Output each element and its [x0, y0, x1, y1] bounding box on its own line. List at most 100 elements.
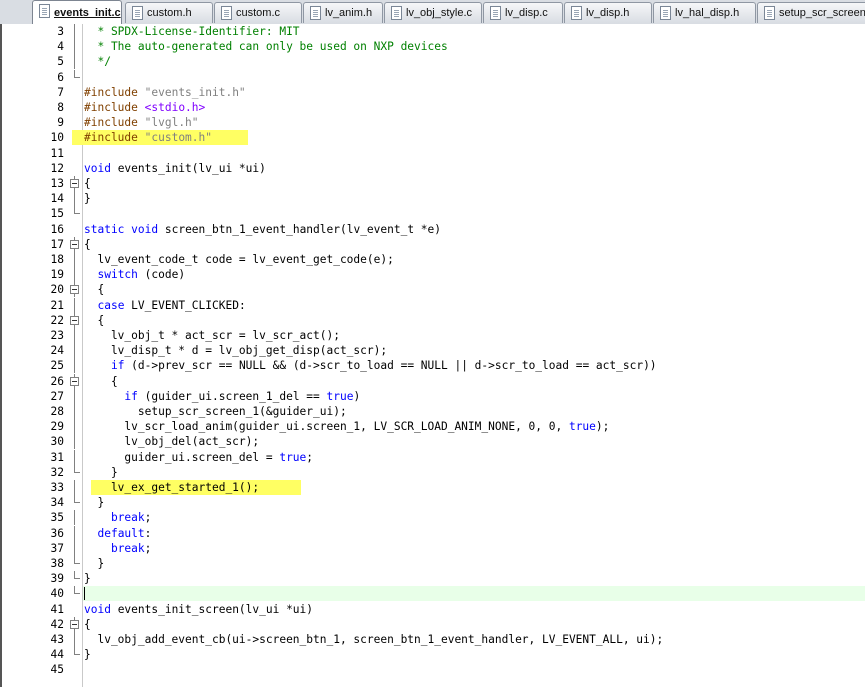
code-text[interactable]: {: [84, 313, 104, 328]
code-text[interactable]: lv_ex_get_started_1();: [84, 480, 259, 495]
code-text[interactable]: void events_init(lv_ui *ui): [84, 161, 266, 176]
code-line[interactable]: 40: [0, 586, 865, 602]
code-line[interactable]: 22 {: [0, 312, 865, 328]
code-text[interactable]: }: [84, 495, 104, 510]
code-text[interactable]: break;: [84, 541, 151, 556]
code-text[interactable]: lv_obj_t * act_scr = lv_scr_act();: [84, 328, 340, 343]
code-text[interactable]: lv_scr_load_anim(guider_ui.screen_1, LV_…: [84, 419, 609, 434]
code-line[interactable]: 41 void events_init_screen(lv_ui *ui): [0, 602, 865, 617]
code-line[interactable]: 20 {: [0, 282, 865, 298]
code-line[interactable]: 4 * The auto-generated can only be used …: [0, 39, 865, 55]
code-line[interactable]: 38 }: [0, 556, 865, 571]
code-line[interactable]: 45: [0, 662, 865, 677]
tab-events-init-c[interactable]: events_init.c: [32, 0, 122, 24]
tab-lv-disp-c[interactable]: lv_disp.c: [483, 2, 563, 23]
tab-custom-h[interactable]: custom.h: [125, 2, 213, 23]
code-text[interactable]: lv_obj_add_event_cb(ui->screen_btn_1, sc…: [84, 632, 663, 647]
code-text[interactable]: * The auto-generated can only be used on…: [84, 39, 447, 54]
code-text[interactable]: {: [84, 374, 118, 389]
code-text[interactable]: lv_event_code_t code = lv_event_get_code…: [84, 252, 393, 267]
code-line[interactable]: 13 {: [0, 176, 865, 191]
code-text[interactable]: #include "events_init.h": [84, 85, 246, 100]
code-line[interactable]: 10 #include "custom.h": [0, 130, 865, 146]
code-text[interactable]: if (guider_ui.screen_1_del == true): [84, 389, 360, 404]
fold-toggle-icon[interactable]: [69, 616, 82, 632]
code-line[interactable]: 21 case LV_EVENT_CLICKED:: [0, 297, 865, 313]
code-line[interactable]: 35 break;: [0, 510, 865, 526]
code-line[interactable]: 3 * SPDX-License-Identifier: MIT: [0, 24, 865, 39]
code-text[interactable]: #include "lvgl.h": [84, 115, 199, 130]
code-text[interactable]: void events_init_screen(lv_ui *ui): [84, 602, 313, 617]
code-text[interactable]: {: [84, 237, 91, 252]
code-line[interactable]: 7 #include "events_init.h": [0, 85, 865, 100]
code-line[interactable]: 36 default:: [0, 525, 865, 541]
code-text[interactable]: {: [84, 282, 104, 297]
code-text[interactable]: }: [84, 465, 118, 480]
code-line[interactable]: 26 {: [0, 373, 865, 389]
code-text[interactable]: guider_ui.screen_del = true;: [84, 450, 313, 465]
code-line[interactable]: 25 if (d->prev_scr == NULL && (d->scr_to…: [0, 358, 865, 374]
fold-toggle-icon[interactable]: [69, 312, 82, 328]
code-line[interactable]: 43 lv_obj_add_event_cb(ui->screen_btn_1,…: [0, 632, 865, 647]
code-line[interactable]: 42 {: [0, 616, 865, 632]
code-line[interactable]: 27 if (guider_ui.screen_1_del == true): [0, 388, 865, 404]
line-number: 33: [50, 481, 64, 494]
code-line[interactable]: 12 void events_init(lv_ui *ui): [0, 161, 865, 176]
code-text[interactable]: default:: [84, 526, 151, 541]
line-number: 11: [50, 146, 64, 160]
code-line[interactable]: 18 lv_event_code_t code = lv_event_get_c…: [0, 252, 865, 267]
tab-lv-obj-style-c[interactable]: lv_obj_style.c: [384, 2, 482, 23]
code-line[interactable]: 8 #include <stdio.h>: [0, 100, 865, 115]
tab-custom-c[interactable]: custom.c: [214, 2, 302, 23]
code-text[interactable]: case LV_EVENT_CLICKED:: [84, 298, 245, 313]
code-text[interactable]: static void screen_btn_1_event_handler(l…: [84, 222, 441, 237]
code-line[interactable]: 23 lv_obj_t * act_scr = lv_scr_act();: [0, 328, 865, 343]
tab-lv-anim-h[interactable]: lv_anim.h: [303, 2, 383, 23]
fold-toggle-icon[interactable]: [69, 176, 82, 191]
code-line[interactable]: 28 setup_scr_screen_1(&guider_ui);: [0, 404, 865, 419]
code-text[interactable]: break;: [84, 510, 151, 525]
code-line[interactable]: 17 {: [0, 236, 865, 252]
code-text[interactable]: }: [84, 647, 91, 662]
code-line[interactable]: 29 lv_scr_load_anim(guider_ui.screen_1, …: [0, 419, 865, 435]
code-text[interactable]: {: [84, 617, 91, 632]
code-line[interactable]: 24 lv_disp_t * d = lv_obj_get_disp(act_s…: [0, 343, 865, 359]
code-line[interactable]: 16 static void screen_btn_1_event_handler…: [0, 222, 865, 237]
code-line[interactable]: 14}: [0, 191, 865, 207]
code-line[interactable]: 31 guider_ui.screen_del = true;: [0, 449, 865, 465]
code-line[interactable]: 5 */: [0, 54, 865, 70]
code-line[interactable]: 39}: [0, 571, 865, 586]
code-line[interactable]: 19 switch (code): [0, 267, 865, 283]
code-text[interactable]: }: [84, 191, 91, 206]
code-text[interactable]: switch (code): [84, 267, 185, 282]
code-line[interactable]: 30 lv_obj_del(act_scr);: [0, 434, 865, 450]
code-line[interactable]: 44}: [0, 647, 865, 662]
code-text[interactable]: setup_scr_screen_1(&guider_ui);: [84, 404, 347, 419]
fold-toggle-icon[interactable]: [69, 236, 82, 252]
code-text[interactable]: #include <stdio.h>: [84, 100, 205, 115]
code-line[interactable]: 11: [0, 146, 865, 161]
code-line[interactable]: 6: [0, 69, 865, 85]
code-text[interactable]: if (d->prev_scr == NULL && (d->scr_to_lo…: [84, 358, 657, 373]
code-text[interactable]: * SPDX-License-Identifier: MIT: [84, 24, 299, 39]
fold-toggle-icon[interactable]: [69, 373, 82, 389]
code-line[interactable]: 15: [0, 206, 865, 221]
code-line[interactable]: 37 break;: [0, 540, 865, 556]
code-text[interactable]: #include "custom.h": [84, 130, 212, 145]
fold-toggle-icon[interactable]: [69, 282, 82, 298]
code-editor[interactable]: 3 * SPDX-License-Identifier: MIT 4 * The …: [0, 24, 865, 687]
code-text[interactable]: }: [84, 571, 91, 586]
code-line[interactable]: 33 lv_ex_get_started_1();: [0, 480, 865, 495]
code-line[interactable]: 9 #include "lvgl.h": [0, 115, 865, 130]
line-number: 4: [57, 40, 64, 54]
code-line[interactable]: 34 }: [0, 495, 865, 510]
code-text[interactable]: lv_disp_t * d = lv_obj_get_disp(act_scr)…: [84, 343, 387, 358]
code-text[interactable]: {: [84, 176, 91, 191]
tab-lv-hal-disp-h[interactable]: lv_hal_disp.h: [653, 2, 756, 23]
tab-lv-disp-h[interactable]: lv_disp.h: [564, 2, 652, 23]
code-text[interactable]: }: [84, 556, 104, 571]
code-line[interactable]: 32 }: [0, 464, 865, 480]
code-text[interactable]: */: [84, 54, 110, 69]
code-text[interactable]: lv_obj_del(act_scr);: [84, 434, 259, 449]
tab-setup-scr-screen[interactable]: setup_scr_screen: [757, 2, 865, 23]
